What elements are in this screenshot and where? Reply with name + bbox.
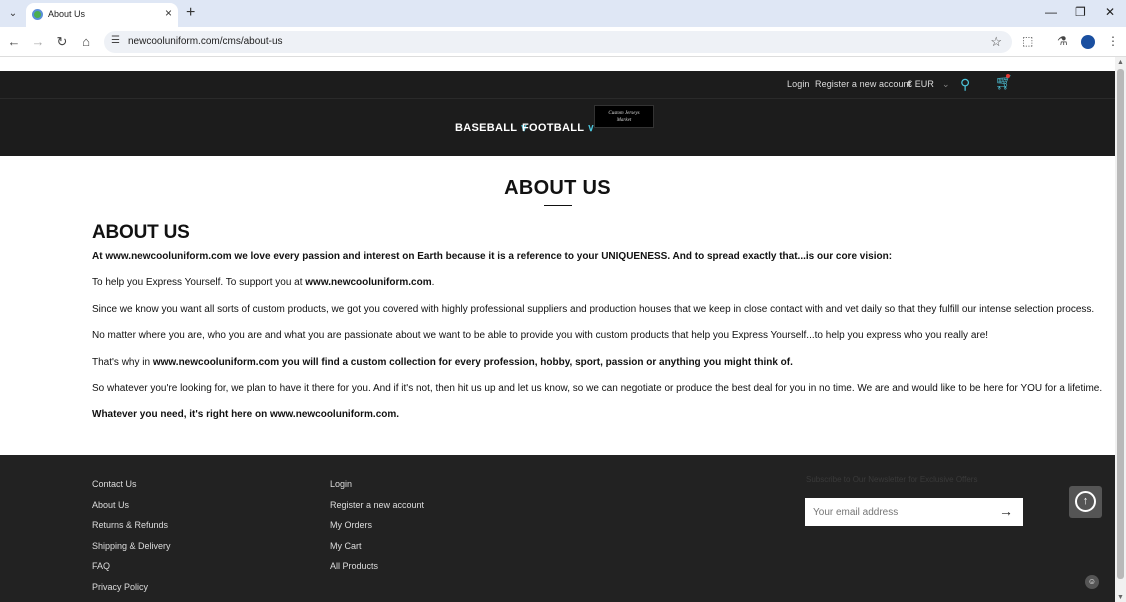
- close-window-icon[interactable]: ✕: [1105, 5, 1115, 19]
- omnibox[interactable]: ☰ newcooluniform.com/cms/about-us ☆: [104, 31, 1012, 53]
- logo-line: Market: [616, 118, 632, 123]
- site-link[interactable]: www.newcooluniform.com: [305, 277, 431, 288]
- paragraph-text: That's why in: [92, 356, 153, 368]
- paragraph-text: To help you Express Yourself. To support…: [92, 277, 306, 289]
- favicon-icon: [32, 9, 43, 20]
- site-footer: Contact Us About Us Returns & Refunds Sh…: [0, 455, 1115, 602]
- footer-link-faq[interactable]: FAQ: [92, 560, 171, 581]
- profile-avatar[interactable]: [1081, 35, 1095, 49]
- web-page: Login Register a new account € EUR ⌄ ⚲ 🛒…: [0, 57, 1115, 602]
- reload-icon[interactable]: ↻: [54, 34, 70, 50]
- footer-link-all-products[interactable]: All Products: [330, 560, 424, 581]
- arrow-up-icon: ↑: [1075, 491, 1096, 512]
- footer-column-info: Contact Us About Us Returns & Refunds Sh…: [92, 478, 171, 601]
- paragraph: Whatever you need, it's right here on ww…: [92, 409, 400, 421]
- page-scrollbar[interactable]: ▲ ▼: [1115, 57, 1126, 602]
- nav-item-football[interactable]: FOOTBALL ∨: [522, 122, 595, 134]
- footer-link-returns[interactable]: Returns & Refunds: [92, 519, 171, 540]
- back-to-top-button[interactable]: ↑: [1069, 486, 1102, 518]
- footer-link-about-us[interactable]: About Us: [92, 499, 171, 520]
- paragraph: Since we know you want all sorts of cust…: [92, 303, 1095, 315]
- section-heading: ABOUT US: [92, 222, 190, 243]
- new-tab-icon[interactable]: +: [186, 4, 195, 22]
- close-tab-icon[interactable]: ×: [165, 6, 172, 20]
- browser-tab[interactable]: About Us ×: [26, 3, 178, 27]
- paragraph-bold-text: www.newcooluniform.com you will find a c…: [152, 356, 793, 368]
- tab-title: About Us: [48, 9, 86, 19]
- footer-link-my-cart[interactable]: My Cart: [330, 540, 424, 561]
- footer-link-privacy[interactable]: Privacy Policy: [92, 581, 171, 602]
- accessibility-icon[interactable]: ☺: [1085, 575, 1099, 589]
- page-title: ABOUT US: [504, 177, 611, 199]
- paragraph: At www.newcooluniform.com we love every …: [92, 251, 893, 262]
- nav-item-label: FOOTBALL: [522, 122, 585, 134]
- cart-icon[interactable]: 🛒︎: [995, 74, 1013, 91]
- url-text[interactable]: newcooluniform.com/cms/about-us: [128, 36, 283, 47]
- paragraph: So whatever you're looking for, we plan …: [92, 382, 1103, 394]
- footer-link-register[interactable]: Register a new account: [330, 499, 424, 520]
- footer-link-shipping[interactable]: Shipping & Delivery: [92, 540, 171, 561]
- scroll-up-icon[interactable]: ▲: [1117, 59, 1124, 66]
- main-navigation: BASEBALL ∨ FOOTBALL ∨ Custom Jerseys Marke…: [0, 98, 1115, 156]
- arrow-right-icon[interactable]: →: [999, 503, 1013, 519]
- paragraph: To help you Express Yourself. To support…: [92, 276, 992, 302]
- nav-item-label: BASEBALL: [455, 122, 518, 134]
- back-icon[interactable]: ←: [6, 34, 22, 49]
- scroll-thumb[interactable]: [1117, 69, 1124, 579]
- minimize-icon[interactable]: —: [1045, 5, 1057, 19]
- labs-icon[interactable]: ⚗: [1057, 34, 1068, 48]
- tab-search-icon[interactable]: ⌄: [4, 5, 22, 23]
- footer-link-login[interactable]: Login: [330, 478, 424, 499]
- bookmark-star-icon[interactable]: ☆: [990, 34, 1002, 50]
- register-link[interactable]: Register a new account: [815, 79, 911, 89]
- top-utility-bar: Login Register a new account € EUR ⌄ ⚲ 🛒…: [0, 71, 1115, 98]
- footer-column-account: Login Register a new account My Orders M…: [330, 478, 424, 581]
- newsletter-title: Subscribe to Our Newsletter for Exclusiv…: [806, 475, 978, 484]
- paragraph-text: .: [431, 277, 435, 289]
- currency-select[interactable]: € EUR: [907, 79, 934, 89]
- title-underline: [544, 205, 572, 206]
- browser-tab-strip: ⌄ About Us × + — ❐ ✕: [0, 0, 1126, 27]
- restore-icon[interactable]: ❐: [1075, 5, 1086, 19]
- site-logo[interactable]: Custom Jerseys Market: [594, 105, 654, 128]
- paragraph: That's why in www.newcooluniform.com you…: [92, 356, 992, 382]
- nav-item-baseball[interactable]: BASEBALL ∨: [455, 122, 528, 134]
- newsletter-form: →: [805, 498, 1023, 526]
- forward-icon[interactable]: →: [30, 34, 46, 49]
- chevron-down-icon[interactable]: ⌄: [942, 79, 950, 90]
- footer-link-contact-us[interactable]: Contact Us: [92, 478, 171, 499]
- scroll-down-icon[interactable]: ▼: [1117, 594, 1124, 601]
- email-field[interactable]: [805, 498, 990, 526]
- login-link[interactable]: Login: [787, 79, 810, 89]
- footer-link-my-orders[interactable]: My Orders: [330, 519, 424, 540]
- search-icon[interactable]: ⚲: [960, 76, 970, 93]
- extensions-icon[interactable]: ⬚: [1022, 34, 1033, 48]
- menu-icon[interactable]: ⋮: [1107, 34, 1119, 48]
- paragraph: No matter where you are, who you are and…: [92, 330, 989, 342]
- logo-line: Custom Jerseys: [608, 111, 640, 116]
- site-info-icon[interactable]: ☰: [111, 35, 120, 46]
- home-icon[interactable]: ⌂: [78, 34, 94, 49]
- address-bar-row: ← → ↻ ⌂ ☰ newcooluniform.com/cms/about-u…: [0, 27, 1126, 57]
- cart-badge: [1006, 74, 1010, 78]
- about-content: ABOUT US At www.newcooluniform.com we lo…: [92, 222, 1103, 435]
